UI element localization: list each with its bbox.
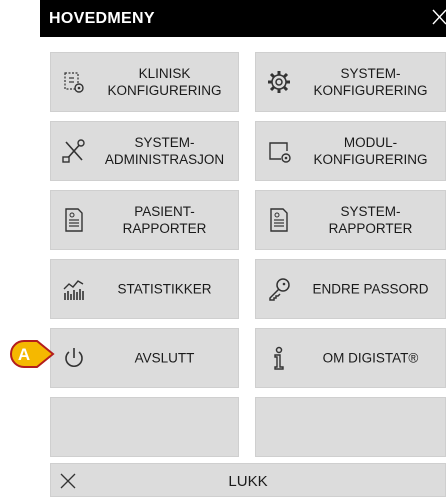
clinical-config-label: KLINISK KONFIGURERING [107,66,222,98]
callout-a-marker: A [10,340,55,368]
system-admin-label: SYSTEM- ADMINISTRASJON [104,135,225,167]
callout-letter: A [18,345,30,364]
close-label: LUKK [228,473,268,490]
system-config-label: SYSTEM- KONFIGURERING [313,66,428,98]
key-icon [269,278,290,301]
change-password-button[interactable]: ENDRE PASSORD [255,259,446,319]
patient-reports-button[interactable]: PASIENT- RAPPORTER [50,190,239,250]
menu-panel: KLINISK KONFIGURERING SYSTEM- KONFIGURER… [40,37,446,497]
close-menu-button[interactable]: LUKK [50,463,446,497]
system-reports-label: SYSTEM- RAPPORTER [328,204,413,236]
change-password-label: ENDRE PASSORD [312,281,429,297]
module-config-label: MODUL- KONFIGURERING [313,135,428,167]
power-icon [65,348,83,367]
empty-tile-right [255,397,446,457]
system-reports-button[interactable]: SYSTEM- RAPPORTER [255,190,446,250]
main-menu-header: HOVEDMENY [40,0,446,37]
system-administration-button[interactable]: SYSTEM- ADMINISTRASJON [50,121,239,181]
clinical-configuration-button[interactable]: KLINISK KONFIGURERING [50,52,239,112]
exit-button[interactable]: AVSLUTT [50,328,239,388]
system-report-icon [270,208,288,232]
system-configuration-button[interactable]: SYSTEM- KONFIGURERING [255,52,446,112]
exit-label: AVSLUTT [134,350,195,366]
menu-title: HOVEDMENY [49,10,155,27]
gear-icon [268,71,290,93]
about-digistat-label: OM DIGISTAT® [322,350,419,366]
module-configuration-button[interactable]: MODUL- KONFIGURERING [255,121,446,181]
empty-tile-left [50,397,239,457]
tools-icon [62,139,85,163]
info-icon [274,346,284,370]
patient-report-icon [65,208,83,232]
patient-reports-label: PASIENT- RAPPORTER [122,204,207,236]
clinical-config-icon [64,72,84,93]
about-digistat-button[interactable]: OM DIGISTAT® [255,328,446,388]
module-config-icon [269,142,291,163]
statistics-button[interactable]: STATISTIKKER [50,259,239,319]
statistics-icon [63,280,84,300]
close-icon[interactable] [430,8,446,26]
statistics-label: STATISTIKKER [117,281,212,297]
